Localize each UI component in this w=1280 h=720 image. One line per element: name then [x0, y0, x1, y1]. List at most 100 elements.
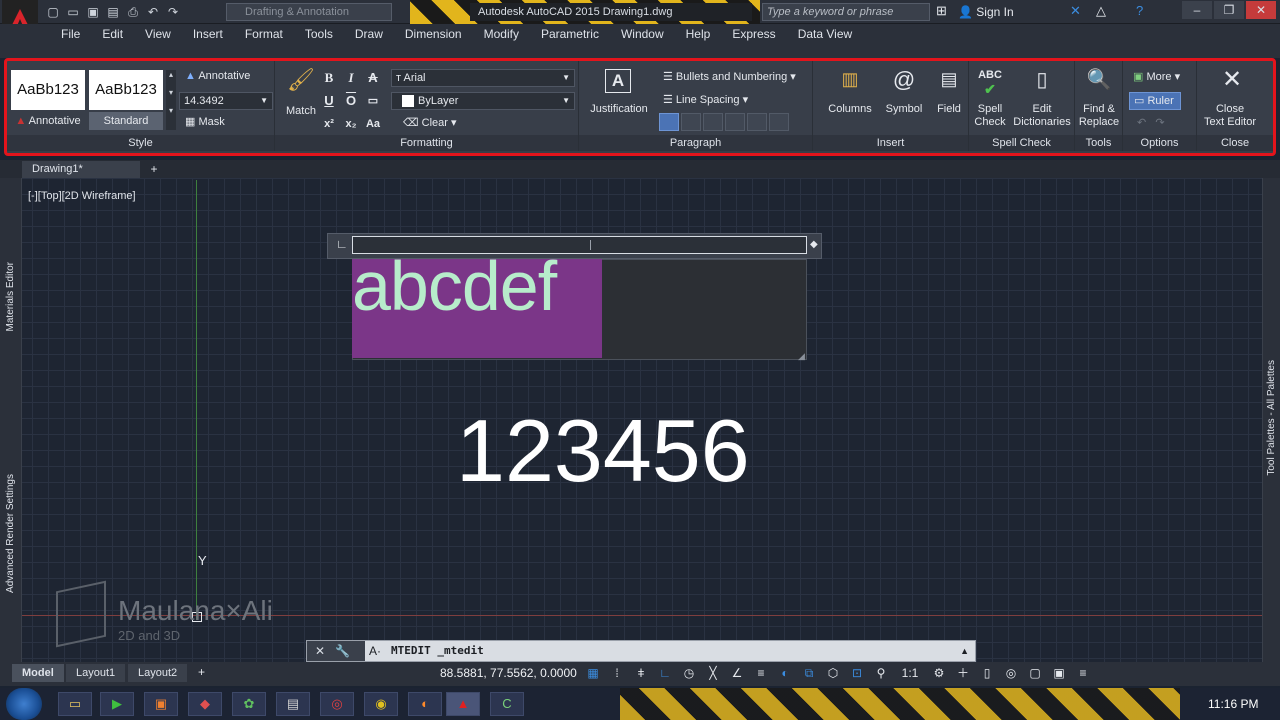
- strikethrough-button[interactable]: A: [363, 69, 383, 87]
- firefox-taskbar-icon[interactable]: ◐: [408, 692, 442, 716]
- menu-draw[interactable]: Draw: [344, 24, 394, 44]
- layout-tab-model[interactable]: Model: [12, 664, 64, 682]
- undo-icon[interactable]: ↶: [144, 3, 162, 21]
- align-default-icon[interactable]: [659, 113, 679, 131]
- style-scroll[interactable]: ▴ ▾ ▾: [166, 70, 176, 130]
- ortho-icon[interactable]: ∟: [656, 664, 674, 682]
- spell-check-icon[interactable]: ABC ✔: [975, 69, 1005, 98]
- snap-icon[interactable]: ⁞: [608, 664, 626, 682]
- style-sample-standard[interactable]: AaBb123: [89, 70, 163, 110]
- symbol-icon[interactable]: @: [889, 67, 919, 93]
- exchange-icon[interactable]: ✕: [1070, 3, 1081, 19]
- close-command-icon[interactable]: ✕: [315, 644, 325, 658]
- align-center-icon[interactable]: [703, 113, 723, 131]
- menu-file[interactable]: File: [50, 24, 91, 44]
- tool-palettes-tab[interactable]: Tool Palettes - All Palettes: [1266, 360, 1277, 476]
- workspace-dropdown[interactable]: Drafting & Annotation: [226, 3, 392, 21]
- add-layout-icon[interactable]: +: [198, 666, 205, 679]
- menu-express[interactable]: Express: [721, 24, 786, 44]
- search-input[interactable]: Type a keyword or phrase: [762, 3, 930, 21]
- menu-parametric[interactable]: Parametric: [530, 24, 610, 44]
- field-button[interactable]: Field: [931, 103, 967, 116]
- align-right-icon[interactable]: [725, 113, 745, 131]
- bold-button[interactable]: B: [319, 69, 339, 87]
- align-justify-icon[interactable]: [747, 113, 767, 131]
- sign-in-link[interactable]: 👤 Sign In: [958, 3, 1014, 21]
- menu-insert[interactable]: Insert: [182, 24, 234, 44]
- layout-tab-layout1[interactable]: Layout1: [66, 664, 126, 682]
- binoculars-icon[interactable]: ⊞: [936, 3, 947, 19]
- color-dropdown[interactable]: ByLayer ▼: [391, 92, 575, 110]
- italic-button[interactable]: I: [341, 69, 361, 87]
- clear-button[interactable]: ⌫ Clear ▾: [403, 117, 457, 130]
- spell-check-button[interactable]: Spell Check: [971, 103, 1009, 129]
- change-case-icon[interactable]: Aa: [363, 115, 383, 133]
- app2-taskbar-icon[interactable]: ▤: [276, 692, 310, 716]
- isolate-objects-icon[interactable]: ◎: [1002, 664, 1020, 682]
- align-distribute-icon[interactable]: [769, 113, 789, 131]
- tab-stop-icon[interactable]: ∟: [336, 238, 348, 251]
- units-icon[interactable]: ▯: [978, 664, 996, 682]
- drawing-text-object[interactable]: 123456: [456, 400, 750, 502]
- print-icon[interactable]: ⎙: [124, 3, 142, 21]
- 3d-osnap-icon[interactable]: ⬡: [824, 664, 842, 682]
- close-window-icon[interactable]: ✕: [1246, 1, 1276, 19]
- transparency-icon[interactable]: ◐: [776, 664, 794, 682]
- undo-redo-icons[interactable]: ↶ ↷: [1137, 117, 1165, 130]
- menu-tools[interactable]: Tools: [294, 24, 344, 44]
- infer-constraints-icon[interactable]: ǂ: [632, 664, 650, 682]
- menu-format[interactable]: Format: [234, 24, 294, 44]
- symbol-button[interactable]: Symbol: [879, 103, 929, 116]
- polar-icon[interactable]: ◷: [680, 664, 698, 682]
- ruler-resize-handle-icon[interactable]: ◆: [810, 238, 818, 251]
- grid-icon[interactable]: ▦: [584, 664, 602, 682]
- advanced-render-settings-tab[interactable]: Advanced Render Settings: [5, 474, 16, 593]
- font-dropdown[interactable]: ᴛ Arial ▼: [391, 69, 575, 87]
- save-icon[interactable]: ▣: [84, 3, 102, 21]
- wrench-icon[interactable]: 🔧: [335, 644, 350, 658]
- new-file-icon[interactable]: ▢: [44, 3, 62, 21]
- hardware-acceleration-icon[interactable]: ▢: [1026, 664, 1044, 682]
- ruler-toggle[interactable]: ▭ Ruler: [1129, 92, 1181, 110]
- text-height-input[interactable]: 14.3492 ▼: [179, 92, 273, 110]
- open-file-icon[interactable]: ▭: [64, 3, 82, 21]
- menu-window[interactable]: Window: [610, 24, 675, 44]
- help-icon[interactable]: ?: [1136, 3, 1143, 18]
- menu-dimension[interactable]: Dimension: [394, 24, 473, 44]
- command-line[interactable]: ✕ 🔧 A· MTEDIT _mtedit ▲: [306, 640, 976, 662]
- edit-dictionaries-button[interactable]: Edit Dictionaries: [1009, 103, 1075, 129]
- selection-cycling-icon[interactable]: ⧉: [800, 664, 818, 682]
- restore-icon[interactable]: ❐: [1214, 1, 1244, 19]
- columns-button[interactable]: Columns: [819, 103, 881, 116]
- app-taskbar-icon[interactable]: ◆: [188, 692, 222, 716]
- field-icon[interactable]: ▤: [935, 69, 963, 90]
- start-button[interactable]: [6, 688, 42, 720]
- osnap-icon[interactable]: ╳: [704, 664, 722, 682]
- justification-icon[interactable]: A: [605, 69, 631, 93]
- workspace-gear-icon[interactable]: ⚙: [930, 664, 948, 682]
- annotation-scale[interactable]: 1:1: [896, 664, 924, 682]
- find-replace-icon[interactable]: 🔍: [1083, 67, 1115, 92]
- camtasia-taskbar-icon[interactable]: C: [490, 692, 524, 716]
- redo-icon[interactable]: ↷: [164, 3, 182, 21]
- menu-edit[interactable]: Edit: [91, 24, 134, 44]
- a360-icon[interactable]: △: [1096, 3, 1106, 19]
- superscript-icon[interactable]: x²: [319, 115, 339, 133]
- opera-taskbar-icon[interactable]: ◎: [320, 692, 354, 716]
- clean-screen-icon[interactable]: ▣: [1050, 664, 1068, 682]
- document-tab[interactable]: Drawing1*: [22, 161, 140, 178]
- chrome-taskbar-icon[interactable]: ◉: [364, 692, 398, 716]
- menu-help[interactable]: Help: [675, 24, 722, 44]
- edit-dictionaries-icon[interactable]: ▯: [1027, 67, 1057, 92]
- columns-icon[interactable]: ▥: [835, 69, 865, 90]
- menu-data-view[interactable]: Data View: [787, 24, 863, 44]
- subscript-icon[interactable]: x₂: [341, 115, 361, 133]
- underline-button[interactable]: U: [319, 92, 339, 110]
- overline-button[interactable]: O: [341, 92, 361, 110]
- justification-button[interactable]: Justification: [585, 103, 653, 116]
- align-left-icon[interactable]: [681, 113, 701, 131]
- lineweight-icon[interactable]: ≡: [752, 664, 770, 682]
- materials-editor-tab[interactable]: Materials Editor: [5, 262, 16, 331]
- player-taskbar-icon[interactable]: ▣: [144, 692, 178, 716]
- autocad-taskbar-icon[interactable]: ▲: [446, 692, 480, 716]
